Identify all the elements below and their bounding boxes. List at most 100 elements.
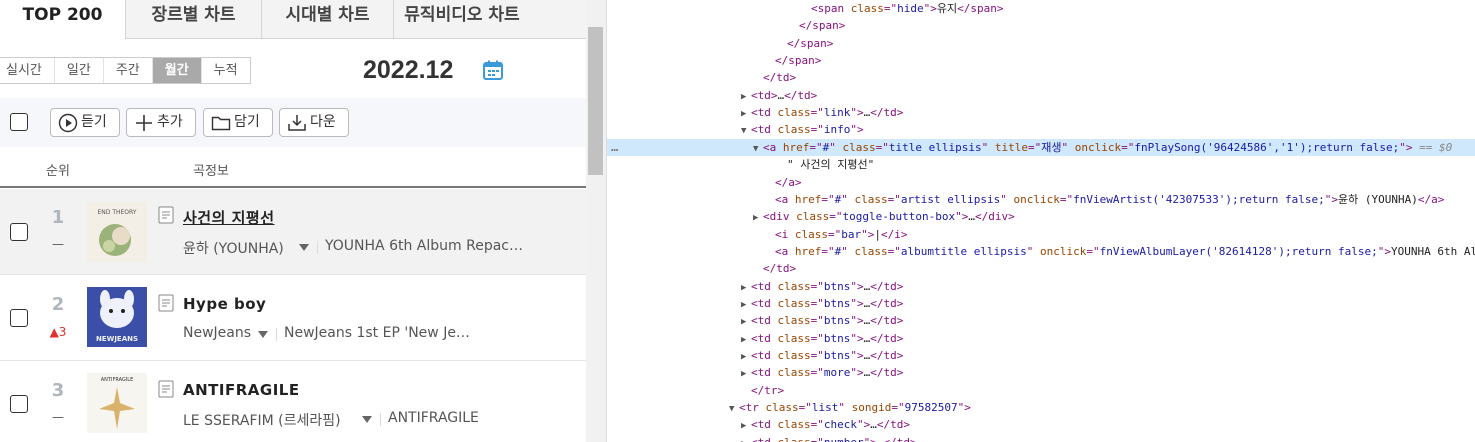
dom-node-line[interactable]: ▶ <td class="link">…</td> <box>607 104 1475 121</box>
song-artist[interactable]: 윤하 (YOUNHA) <box>183 238 284 258</box>
code-token: more <box>823 366 851 380</box>
code-token: YOUNHA 6th Album <box>1390 244 1475 258</box>
period-weekly[interactable]: 주간 <box>102 58 152 83</box>
dom-node-line[interactable]: </a> <box>607 174 1475 191</box>
code-token: … <box>877 436 884 442</box>
tab-top200[interactable]: TOP 200 <box>0 0 125 39</box>
save-button[interactable]: 담기 <box>203 108 273 137</box>
code-token: <div <box>763 210 797 224</box>
expand-arrow-icon[interactable]: ▶ <box>741 436 751 442</box>
code-token: </tr> <box>751 383 785 397</box>
song-artist[interactable]: NewJeans <box>183 325 251 341</box>
code-token: "> <box>857 418 871 432</box>
code-token: <td> <box>751 88 778 102</box>
song-title[interactable]: Hype boy <box>183 295 266 313</box>
period-monthly[interactable]: 월간 <box>151 58 201 83</box>
dom-node-line[interactable]: " 사건의 지평선" <box>607 156 1475 173</box>
tab-mv-chart[interactable]: 뮤직비디오 차트 <box>393 0 530 38</box>
dom-node-line[interactable]: ▶ <td>…</td> <box>607 87 1475 104</box>
code-token: </a> <box>775 175 802 189</box>
code-token: " 사건의 지평선" <box>787 158 875 172</box>
dom-node-line[interactable]: ▶ <td class="more">…</td> <box>607 364 1475 381</box>
dom-node-line[interactable]: ▶ <td class="btns">…</td> <box>607 312 1475 329</box>
dom-node-line[interactable]: ▼ <tr class="list" songid="97582507"> <box>607 399 1475 416</box>
code-token: 윤하 (YOUNHA) <box>1338 192 1418 206</box>
code-token: "> <box>1324 192 1338 206</box>
more-options-icon[interactable]: … <box>611 139 618 156</box>
row-checkbox[interactable] <box>10 395 28 413</box>
code-token: =" <box>810 279 824 293</box>
rank-column-header: 순위 <box>46 164 70 179</box>
song-title[interactable]: 사건의 지평선 <box>183 207 275 228</box>
table-row[interactable]: 2 ▲3 NEWJEANS Hype boy NewJeans NewJeans… <box>0 275 586 361</box>
song-album[interactable]: YOUNHA 6th Album Repac… <box>325 238 523 254</box>
play-button[interactable]: 듣기 <box>50 108 120 137</box>
tab-genre-chart[interactable]: 장르별 차트 <box>125 0 261 38</box>
row-checkbox[interactable] <box>10 309 28 327</box>
code-token: =" <box>810 106 824 120</box>
dom-node-line[interactable]: ▶ <div class="toggle-button-box">…</div> <box>607 208 1475 225</box>
artist-dropdown-icon[interactable] <box>299 244 309 251</box>
dom-node-selected[interactable]: … ▼ <a href="#" class="title ellipsis" tit… <box>607 138 1475 156</box>
download-button[interactable]: 다운 <box>279 108 349 137</box>
dom-node-line[interactable]: ▶ <td class="check">…</td> <box>607 416 1475 433</box>
rank-change: — <box>52 410 64 424</box>
dom-node-line[interactable]: <i class="bar">|</i> <box>607 226 1475 243</box>
scrollbar-thumb[interactable] <box>588 27 603 175</box>
song-title[interactable]: ANTIFRAGILE <box>183 381 300 399</box>
song-album[interactable]: NewJeans 1st EP 'New Je… <box>284 325 470 341</box>
code-token: =" <box>875 140 889 154</box>
period-cumulative[interactable]: 누적 <box>200 58 250 83</box>
dom-node-line[interactable]: ▶ <td class="btns">…</td> <box>607 347 1475 364</box>
dom-node-line[interactable]: ▶<td class="number">…</td> <box>607 434 1475 442</box>
dom-node-line[interactable]: </span> <box>607 35 1475 52</box>
calendar-icon[interactable] <box>483 60 503 80</box>
album-cover[interactable]: END THEORY <box>87 202 147 262</box>
code-token: =" <box>891 401 905 415</box>
code-token: class <box>777 314 811 328</box>
code-token: artist ellipsis <box>900 192 1001 206</box>
code-token: btns <box>823 314 851 328</box>
song-artist[interactable]: LE SSERAFIM (르세라핌) <box>183 410 341 430</box>
code-token: "> <box>850 296 864 310</box>
dom-node-line[interactable]: ▶ <td class="btns">…</td> <box>607 278 1475 295</box>
dom-node-line[interactable]: </tr> <box>607 382 1475 399</box>
add-button[interactable]: 추가 <box>126 108 196 137</box>
artist-dropdown-icon[interactable] <box>258 331 268 338</box>
table-row[interactable]: 3 — ANTIFRAGILE ANTIFRAGILE LE SSERAFIM … <box>0 361 586 442</box>
dom-node-line[interactable]: <span class="hide">유지</span> <box>607 0 1475 17</box>
dom-node-line[interactable]: ▶ <td class="btns">…</td> <box>607 295 1475 312</box>
dom-node-line[interactable]: </span> <box>607 17 1475 34</box>
song-info-icon[interactable] <box>158 380 174 398</box>
dom-node-line[interactable]: ▼ <td class="info"> <box>607 121 1475 138</box>
table-row[interactable]: 1 — END THEORY 사건의 지평선 윤하 (YOUNHA) YOUNH… <box>0 189 586 275</box>
song-info-icon[interactable] <box>158 294 174 312</box>
download-icon <box>288 115 306 131</box>
artist-dropdown-icon[interactable] <box>362 416 372 423</box>
dom-node-line[interactable]: <a href="#" class="artist ellipsis" oncl… <box>607 191 1475 208</box>
code-token: </td> <box>870 296 904 310</box>
code-token: class <box>842 140 876 154</box>
code-token: </td> <box>870 279 904 293</box>
dom-node-line[interactable]: ▶ <td class="btns">…</td> <box>607 330 1475 347</box>
album-cover[interactable]: NEWJEANS <box>87 287 147 347</box>
album-cover[interactable]: ANTIFRAGILE <box>87 373 147 433</box>
select-all-checkbox[interactable] <box>10 113 28 131</box>
tab-era-chart[interactable]: 시대별 차트 <box>261 0 393 38</box>
code-token: =" <box>887 244 901 258</box>
code-token: =" <box>810 314 824 328</box>
song-info-icon[interactable] <box>158 206 174 224</box>
row-checkbox[interactable] <box>10 223 28 241</box>
dom-node-line[interactable]: </td> <box>607 260 1475 277</box>
song-album[interactable]: ANTIFRAGILE <box>388 410 479 426</box>
code-token: class <box>777 349 811 362</box>
code-token: =" <box>821 192 835 206</box>
dom-node-line[interactable]: </span> <box>607 52 1475 69</box>
dom-node-line[interactable]: </td> <box>607 69 1475 86</box>
rank-number: 1 <box>51 207 65 228</box>
code-token: "> <box>850 314 864 328</box>
code-token: onclick <box>1039 244 1087 258</box>
period-realtime[interactable]: 실시간 <box>0 58 54 83</box>
period-daily[interactable]: 일간 <box>53 58 103 83</box>
dom-node-line[interactable]: <a href="#" class="albumtitle ellipsis" … <box>607 243 1475 260</box>
